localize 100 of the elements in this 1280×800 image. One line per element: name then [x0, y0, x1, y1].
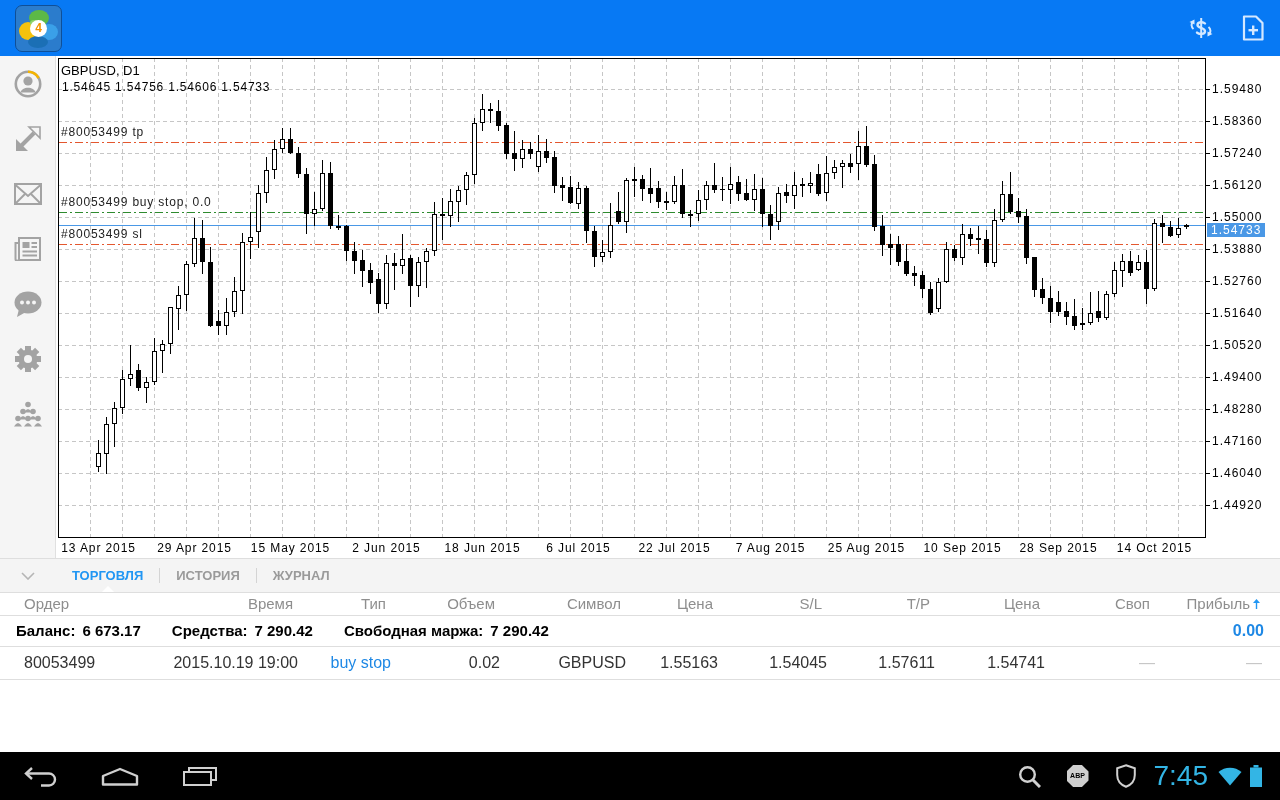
column-header[interactable]: Своп	[1114, 592, 1150, 616]
candlestick	[864, 125, 869, 168]
back-icon[interactable]	[23, 765, 57, 787]
candlestick	[920, 270, 925, 299]
candlestick	[288, 127, 293, 155]
candlestick	[840, 159, 845, 189]
candlestick	[616, 191, 621, 225]
newspaper-icon[interactable]	[14, 236, 41, 261]
candlestick	[464, 171, 469, 206]
column-header[interactable]: S/L	[799, 592, 822, 616]
wifi-icon	[1218, 766, 1242, 786]
table-cell-text: 1.57611	[878, 653, 935, 673]
candlestick	[472, 117, 477, 185]
candlestick	[496, 99, 501, 132]
date-label: 28 Sep 2015	[1019, 541, 1098, 555]
candlestick	[456, 185, 461, 223]
candlestick	[656, 180, 661, 209]
people-group-icon[interactable]	[13, 400, 42, 427]
date-label: 2 Jun 2015	[352, 541, 421, 555]
table-cell-text: 1.54045	[769, 653, 827, 673]
candlestick	[832, 159, 837, 180]
column-header[interactable]: Прибыль	[1186, 592, 1260, 616]
candlestick	[1136, 254, 1141, 272]
candlestick	[184, 260, 189, 312]
candlestick	[1024, 208, 1029, 265]
table-cell-text: 1.54741	[987, 653, 1045, 673]
candlestick	[1096, 290, 1101, 323]
column-header[interactable]: Цена	[1003, 592, 1040, 616]
home-icon[interactable]	[101, 766, 139, 786]
date-label: 10 Sep 2015	[923, 541, 1002, 555]
document-plus-icon[interactable]	[1242, 15, 1264, 41]
summary-value: 7 290.42	[254, 620, 313, 641]
price-axis-label: 1.52760	[1212, 275, 1263, 287]
column-header[interactable]: T/P	[906, 592, 930, 616]
column-header[interactable]: Время	[247, 592, 293, 616]
candlestick	[784, 183, 789, 204]
candlestick	[328, 161, 333, 230]
candlestick	[104, 416, 109, 475]
price-axis-label: 1.49400	[1212, 371, 1263, 383]
candlestick	[520, 139, 525, 169]
user-circle-icon[interactable]	[13, 69, 42, 98]
candlestick	[968, 227, 973, 247]
candlestick	[704, 180, 709, 211]
candlestick	[952, 244, 957, 262]
shield-icon	[1115, 764, 1136, 788]
tab[interactable]: ЖУРНАЛ	[256, 559, 346, 592]
candlestick	[264, 156, 269, 204]
candlestick	[648, 167, 653, 204]
candlestick	[376, 272, 381, 314]
candlestick	[280, 127, 285, 154]
candlestick	[176, 285, 181, 331]
candlestick	[1168, 220, 1173, 238]
candlestick	[112, 401, 117, 448]
candlestick	[344, 224, 349, 262]
candlestick	[744, 178, 749, 202]
candlestick	[560, 176, 565, 202]
mail-icon[interactable]	[13, 182, 42, 205]
candlestick	[992, 208, 997, 268]
battery-icon	[1250, 765, 1262, 787]
recent-apps-icon[interactable]	[183, 766, 217, 786]
app-logo[interactable]: 4	[15, 4, 62, 52]
candlestick	[816, 163, 821, 197]
column-header[interactable]: Ордер	[24, 592, 70, 616]
diagonal-arrows-icon[interactable]	[14, 125, 41, 152]
table-cell-text: 2015.10.19 19:00	[173, 653, 298, 673]
candlestick	[224, 297, 229, 336]
candlestick	[1128, 250, 1133, 277]
candlestick	[936, 277, 941, 313]
date-label: 6 Jul 2015	[546, 541, 611, 555]
chevron-down-icon[interactable]	[21, 571, 35, 580]
candlestick	[360, 249, 365, 288]
tab[interactable]: ТОРГОВЛЯ	[56, 559, 160, 592]
candlestick	[632, 166, 637, 198]
column-header[interactable]: Символ	[566, 592, 621, 616]
candlestick	[1120, 253, 1125, 288]
candlestick	[440, 197, 445, 241]
column-header[interactable]: Тип	[361, 592, 386, 616]
candlestick	[808, 171, 813, 194]
date-label: 29 Apr 2015	[157, 541, 232, 555]
chat-bubble-icon[interactable]	[13, 290, 42, 317]
candlestick	[1000, 180, 1005, 223]
column-header[interactable]: Объем	[447, 592, 495, 616]
candlestick	[296, 146, 301, 179]
candlestick	[128, 344, 133, 387]
candlestick	[320, 159, 325, 212]
table-cell-text: 80053499	[24, 653, 96, 673]
column-header[interactable]: Цена	[676, 592, 713, 616]
price-axis-label: 1.44920	[1212, 499, 1263, 511]
candlestick	[792, 171, 797, 210]
candlestick	[424, 247, 429, 289]
order-type-link[interactable]: buy stop	[330, 651, 391, 675]
table-cell-text: GBPUSD	[558, 653, 626, 673]
date-label: 15 May 2015	[250, 541, 331, 555]
tab[interactable]: ИСТОРИЯ	[160, 559, 256, 592]
candlestick	[1040, 277, 1045, 305]
settings-icon[interactable]	[13, 344, 42, 373]
candlestick	[96, 439, 101, 473]
candlestick	[544, 138, 549, 164]
candlestick	[480, 93, 485, 132]
candlestick	[160, 339, 165, 374]
